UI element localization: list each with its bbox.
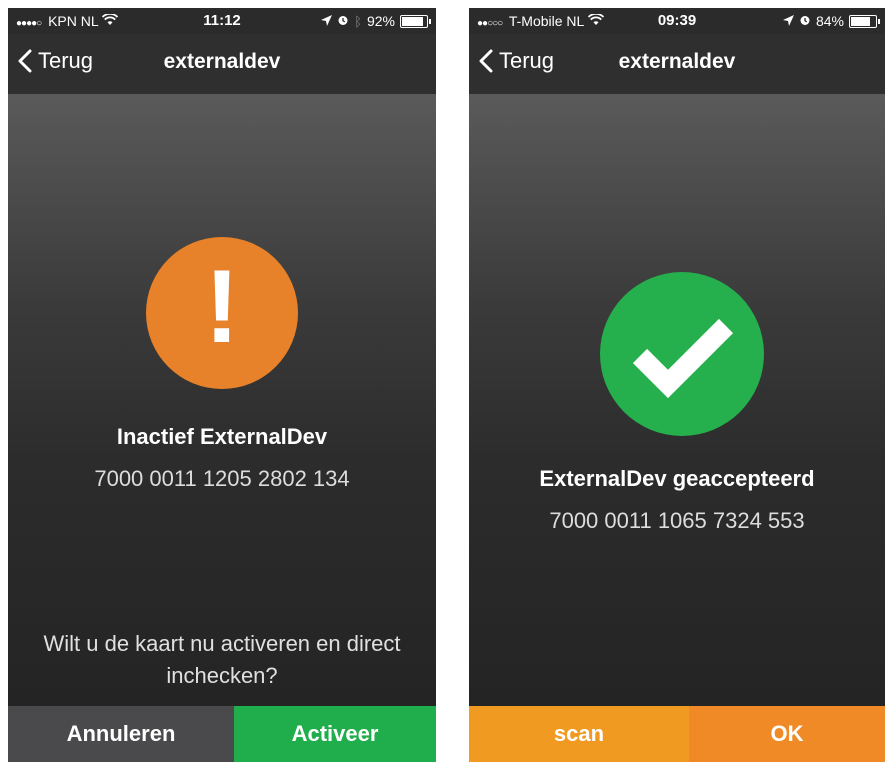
- navigation-bar: Terug externaldev: [469, 34, 885, 94]
- location-arrow-icon: [321, 13, 333, 29]
- right-phone-screen: ●●○○○ T-Mobile NL 09:39 84% Terug extern…: [469, 8, 885, 762]
- nav-title: externaldev: [163, 50, 281, 73]
- nav-title: externaldev: [618, 50, 736, 73]
- alarm-icon: [337, 13, 349, 29]
- status-headline: Inactief ExternalDev: [116, 424, 328, 449]
- navigation-bar: Terug externaldev: [8, 34, 436, 94]
- success-check-icon: [600, 272, 764, 436]
- status-headline: ExternalDev geaccepteerd: [539, 466, 815, 491]
- content-area: ExternalDev geaccepteerd 7000 0011 1065 …: [469, 94, 885, 706]
- bluetooth-icon: ᛒ: [354, 13, 362, 29]
- button-bar: scan OK: [469, 706, 885, 762]
- content-area: ! Inactief ExternalDev 7000 0011 1205 28…: [8, 94, 436, 706]
- card-number: 7000 0011 1205 2802 134: [94, 466, 350, 491]
- location-arrow-icon: [782, 13, 794, 29]
- exclamation-mark: !: [204, 249, 240, 365]
- alarm-icon: [799, 13, 811, 29]
- status-bar: ●●○○○ T-Mobile NL 09:39 84%: [469, 8, 885, 34]
- battery-percent: 84%: [815, 13, 844, 29]
- battery-percent: 92%: [366, 13, 395, 29]
- ok-button[interactable]: OK: [689, 706, 885, 762]
- left-phone-screen: ●●●●○ KPN NL 11:12 ᛒ 92% Terug externald…: [8, 8, 436, 762]
- battery-icon: [400, 14, 431, 28]
- battery-icon: [849, 14, 880, 28]
- status-bar: ●●●●○ KPN NL 11:12 ᛒ 92%: [8, 8, 436, 34]
- status-right: ᛒ 92%: [321, 13, 431, 29]
- scan-button[interactable]: scan: [469, 706, 689, 762]
- button-bar: Annuleren Activeer: [8, 706, 436, 762]
- warning-icon: !: [146, 237, 298, 389]
- card-number: 7000 0011 1065 7324 553: [549, 508, 805, 533]
- checkmark-icon: [632, 318, 734, 399]
- cancel-button[interactable]: Annuleren: [8, 706, 234, 762]
- activation-question: Wilt u de kaart nu activeren en direct i…: [43, 631, 401, 688]
- activate-button[interactable]: Activeer: [234, 706, 436, 762]
- status-right: 84%: [782, 13, 880, 29]
